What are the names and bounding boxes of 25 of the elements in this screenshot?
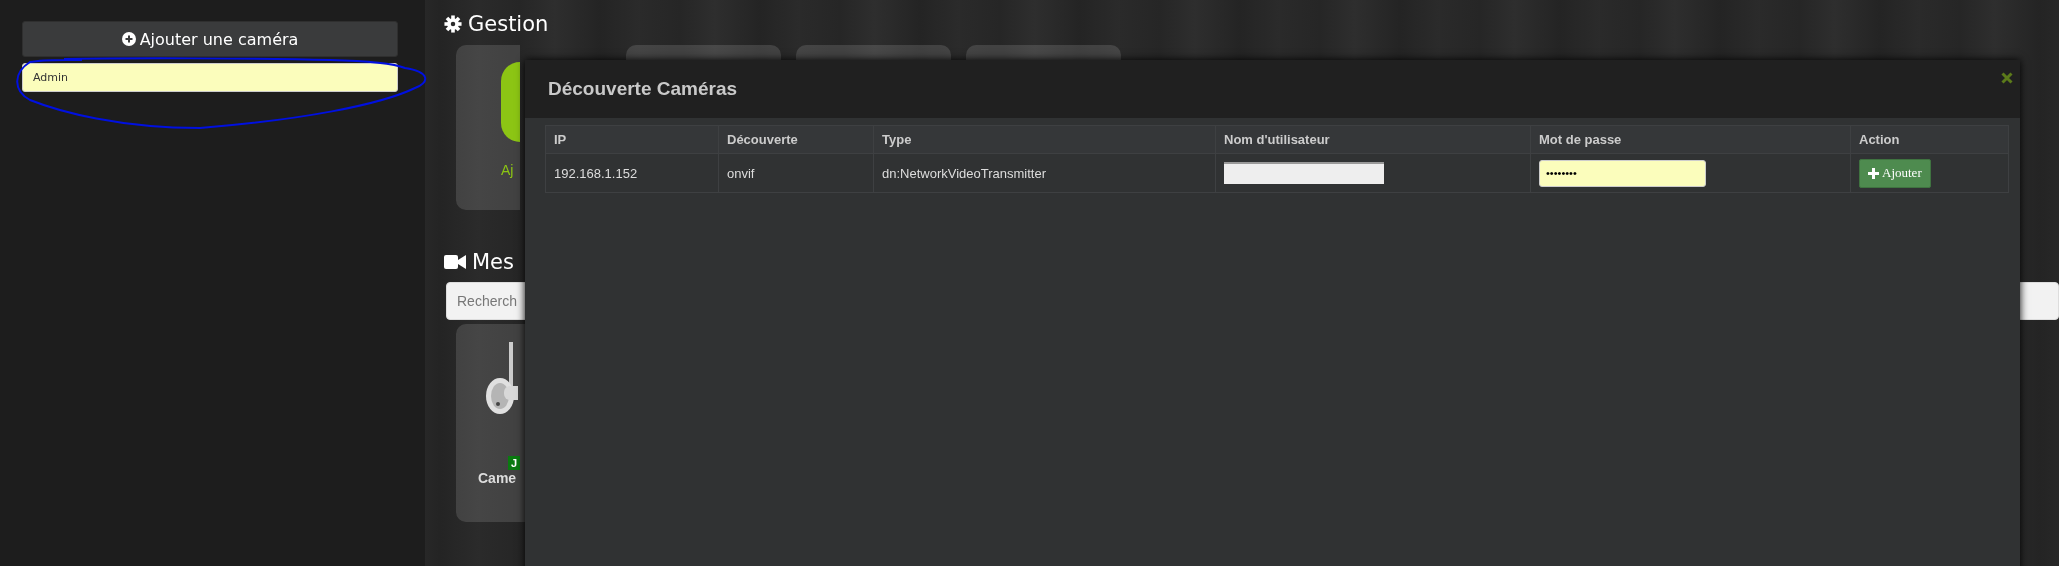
column-header: IP: [554, 132, 567, 147]
card-label: Aj: [501, 162, 514, 178]
add-camera-button[interactable]: Ajouter une caméra: [22, 21, 398, 57]
status-badge: J: [508, 456, 521, 470]
user-field[interactable]: Admin: [22, 63, 398, 92]
column-header: Action: [1859, 132, 1900, 147]
video-camera-icon: [444, 253, 466, 271]
column-header: Mot de passe: [1539, 132, 1622, 147]
close-icon[interactable]: [2001, 72, 2013, 84]
username-field[interactable]: [1224, 162, 1384, 184]
column-header: Découverte: [727, 132, 798, 147]
camera-name: Came: [478, 470, 517, 486]
table-cell: onvif: [727, 165, 755, 181]
gear-icon: [444, 15, 462, 33]
table-cell: dn:NetworkVideoTransmitter: [882, 165, 1046, 181]
plus-icon: [1868, 167, 1879, 179]
section-title: Gestion: [468, 12, 549, 36]
column-header: Type: [882, 132, 912, 147]
section-title: Mes: [472, 250, 514, 274]
card[interactable]: Aj: [456, 45, 520, 210]
table-cell: 192.168.1.152: [554, 165, 638, 181]
dialog-title: Découverte Caméras: [548, 78, 738, 100]
add-button[interactable]: Ajouter: [1859, 158, 1931, 188]
column-header: Nom d'utilisateur: [1224, 132, 1330, 147]
password-field[interactable]: ••••••••: [1539, 159, 1706, 187]
